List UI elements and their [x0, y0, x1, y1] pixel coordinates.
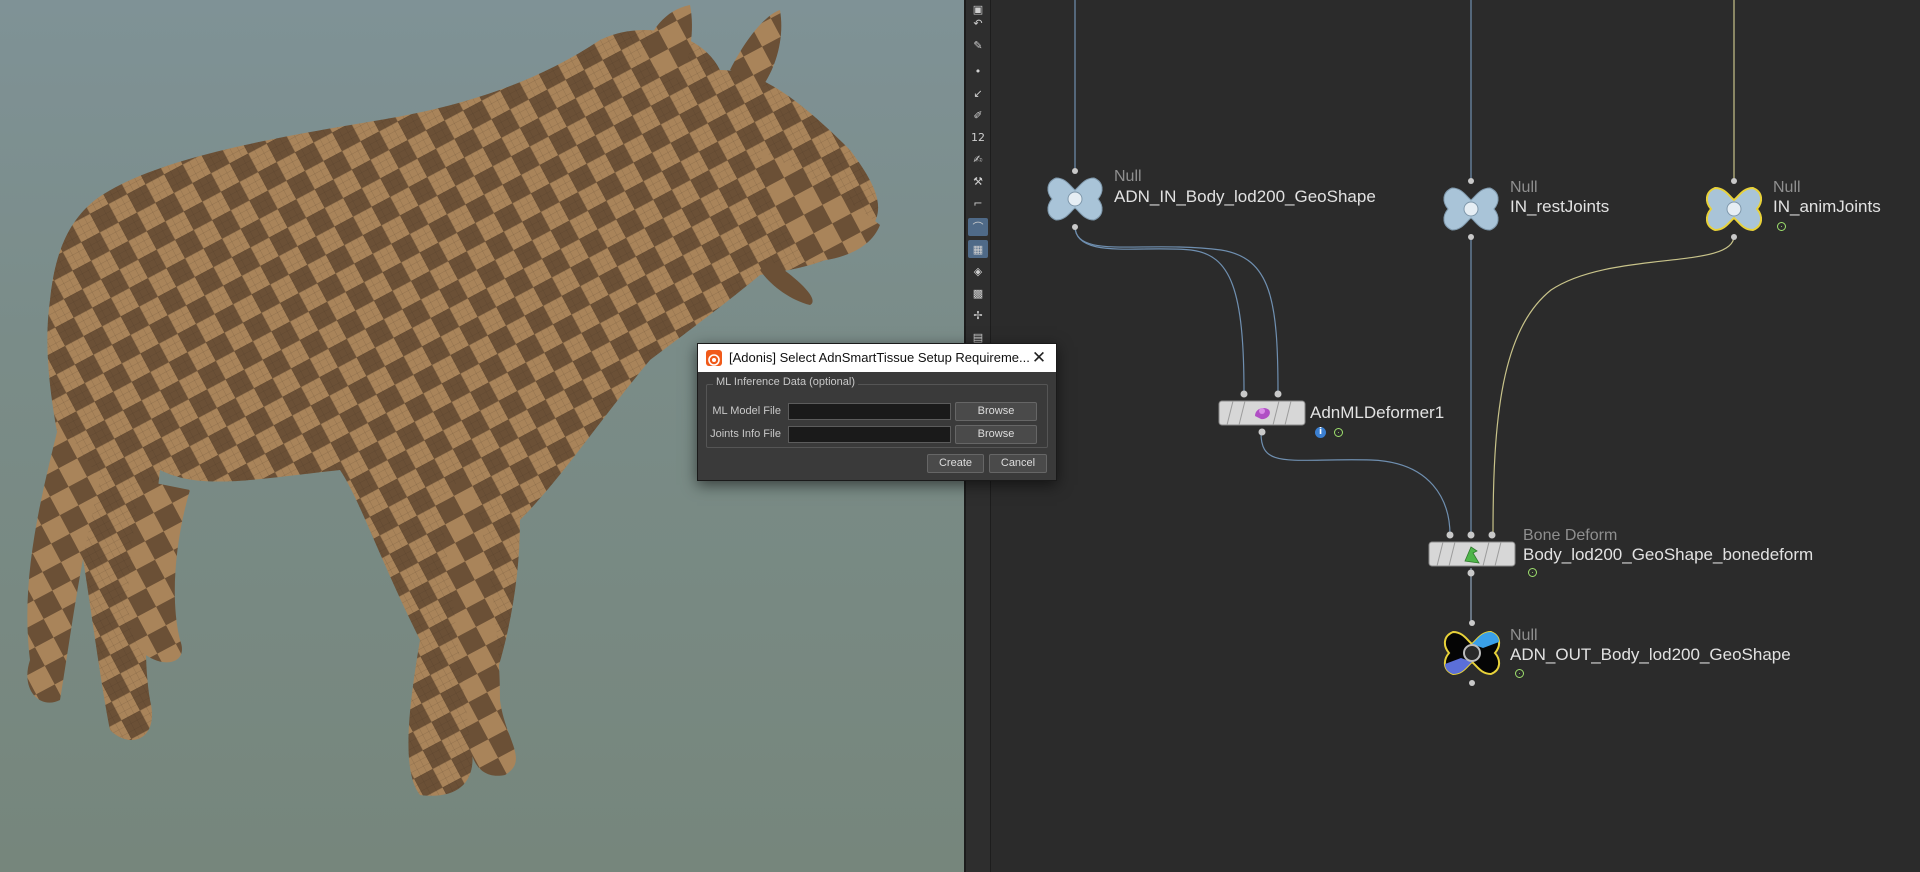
node-type-label: Null: [1510, 179, 1538, 196]
joints-info-file-label: Joints Info File: [710, 428, 781, 440]
sculpt-icon[interactable]: ⌒: [968, 218, 988, 236]
ml-model-file-input[interactable]: [788, 403, 951, 420]
dialog-titlebar[interactable]: [Adonis] Select AdnSmartTissue Setup Req…: [698, 344, 1056, 372]
display-flag-icon[interactable]: [1777, 222, 1786, 231]
pivot-icon[interactable]: ✢: [968, 306, 988, 324]
dialog-title: [Adonis] Select AdnSmartTissue Setup Req…: [729, 350, 1030, 365]
transform-icon[interactable]: ◈: [968, 262, 988, 280]
network-editor[interactable]: Null ADN_IN_Body_lod200_GeoShape Null IN…: [991, 0, 1920, 872]
node-name-label: Body_lod200_GeoShape_bonedeform: [1523, 545, 1814, 564]
node-name-label: ADN_OUT_Body_lod200_GeoShape: [1510, 645, 1791, 664]
mesh-icon[interactable]: ▩: [968, 284, 988, 302]
close-icon[interactable]: ✕: [1028, 347, 1050, 369]
brush-select-icon[interactable]: ✎: [968, 36, 988, 54]
setup-requirements-dialog: [Adonis] Select AdnSmartTissue Setup Req…: [697, 343, 1057, 481]
display-flag-icon[interactable]: [1334, 428, 1343, 437]
cancel-button[interactable]: Cancel: [989, 454, 1047, 473]
node-name-label: IN_animJoints: [1773, 197, 1881, 216]
wire: [1260, 432, 1451, 536]
bone-deform-node[interactable]: [1427, 531, 1517, 577]
joints-info-browse-button[interactable]: Browse: [955, 425, 1037, 444]
pen-icon[interactable]: ✐: [968, 106, 988, 124]
point-icon[interactable]: •: [968, 62, 988, 80]
display-flag-icon[interactable]: [1528, 568, 1537, 577]
create-button[interactable]: Create: [927, 454, 984, 473]
group-title: ML Inference Data (optional): [713, 376, 858, 388]
number-icon[interactable]: 12: [968, 128, 988, 146]
curve-icon[interactable]: ↙: [968, 84, 988, 102]
paint-icon[interactable]: ✍: [968, 150, 988, 168]
ml-deformer-node[interactable]: [1217, 390, 1307, 436]
lasso-icon[interactable]: ↶: [968, 14, 988, 32]
node-name-label: IN_restJoints: [1510, 197, 1610, 216]
info-flag-icon[interactable]: i: [1315, 427, 1326, 438]
node-type-label: Null: [1510, 627, 1538, 644]
ml-model-file-label: ML Model File: [712, 405, 781, 417]
network-wires: [1074, 0, 1735, 625]
edge-icon[interactable]: ⌐: [968, 194, 988, 212]
stamp-icon[interactable]: ⚒: [968, 172, 988, 190]
joints-info-file-input[interactable]: [788, 426, 951, 443]
node-type-label: Bone Deform: [1523, 527, 1618, 544]
null-node-out-body[interactable]: [1439, 620, 1505, 686]
houdini-app-icon: [706, 350, 722, 366]
display-flag-icon[interactable]: [1515, 669, 1524, 678]
null-node-rest-joints[interactable]: [1440, 178, 1502, 240]
ml-model-browse-button[interactable]: Browse: [955, 402, 1037, 421]
node-name-label: ADN_IN_Body_lod200_GeoShape: [1114, 187, 1376, 206]
wire: [1074, 225, 1245, 394]
node-type-label: Null: [1773, 179, 1801, 196]
null-node-anim-joints[interactable]: [1703, 178, 1765, 240]
wire: [1074, 225, 1279, 394]
null-node-in-body[interactable]: [1044, 168, 1106, 230]
uv-icon[interactable]: ▦: [968, 240, 988, 258]
wire: [1492, 235, 1735, 536]
node-name-label: AdnMLDeformer1: [1310, 403, 1445, 422]
node-type-label: Null: [1114, 168, 1142, 185]
